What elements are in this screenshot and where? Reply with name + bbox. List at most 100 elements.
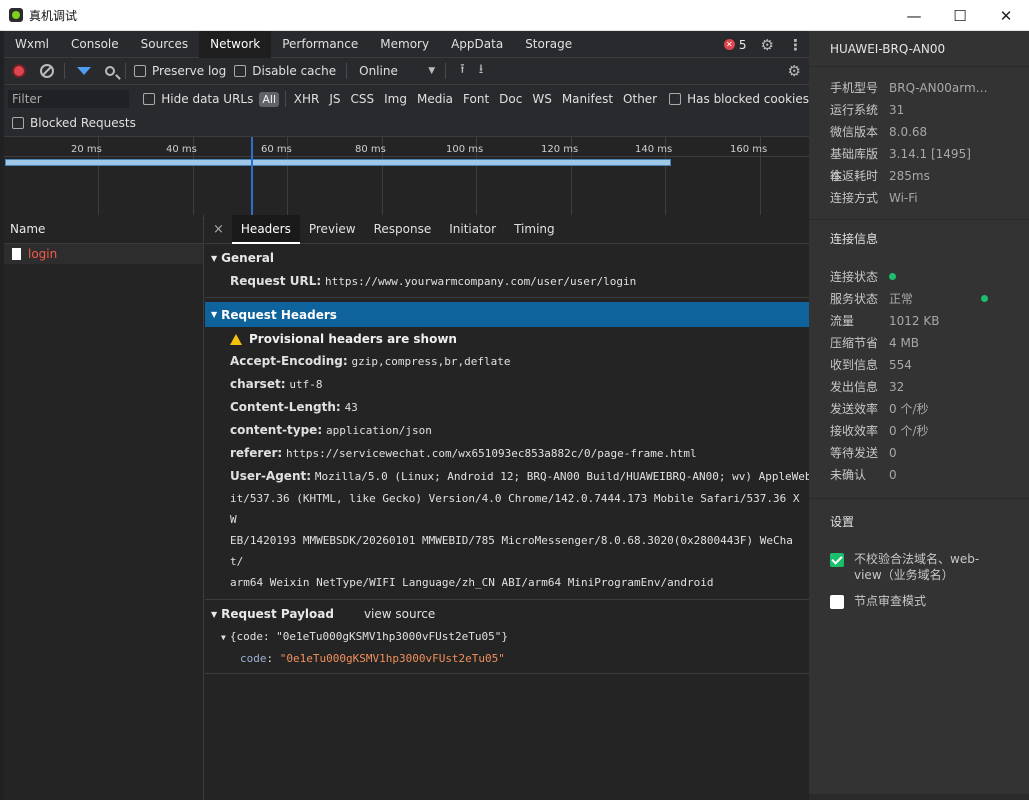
export-har-icon[interactable]: ⭳ — [479, 60, 484, 82]
skip-domain-check-checkbox[interactable] — [830, 553, 844, 567]
tab-preview[interactable]: Preview — [300, 215, 365, 244]
preserve-log-checkbox[interactable] — [134, 65, 146, 77]
type-filter-js[interactable]: JS — [329, 92, 340, 106]
user-agent-value: Mozilla/5.0 (Linux; Android 12; BRQ-AN00… — [314, 470, 809, 483]
type-filter-manifest[interactable]: Manifest — [562, 92, 613, 106]
request-headers-section-header[interactable]: ▼ Request Headers — [205, 302, 809, 327]
request-url-label: Request URL: — [230, 274, 322, 288]
preserve-log-toggle[interactable]: Preserve log — [134, 64, 226, 78]
connection-stat-row: 发送效率 0 个/秒 — [809, 398, 1029, 420]
filter-input[interactable]: Filter — [8, 90, 130, 108]
clear-icon[interactable] — [40, 64, 54, 78]
blocked-requests-label: Blocked Requests — [30, 116, 136, 130]
node-inspect-checkbox[interactable] — [830, 595, 844, 609]
close-detail-icon[interactable]: × — [213, 222, 224, 237]
connection-stat-label: 发送效率 — [830, 402, 879, 416]
connection-stat-row: 压缩节省 4 MB — [809, 332, 1029, 354]
connection-stat-value: 0 个/秒 — [889, 424, 929, 438]
type-filter-all[interactable]: All — [259, 91, 279, 107]
tab-sources[interactable]: Sources — [130, 31, 199, 58]
type-filter-doc[interactable]: Doc — [499, 92, 522, 106]
type-filter-xhr[interactable]: XHR — [294, 92, 320, 106]
request-url-value: https://www.yourwarmcompany.com/user/use… — [324, 275, 637, 288]
node-inspect-setting[interactable]: 节点审查模式 — [809, 593, 1029, 609]
header-key: referer: — [230, 446, 283, 460]
hide-data-urls-checkbox[interactable] — [143, 93, 156, 105]
connection-stat-label: 流量 — [830, 314, 855, 328]
request-row[interactable]: login — [4, 244, 203, 264]
request-list-header[interactable]: Name — [4, 215, 203, 244]
settings-gear-icon[interactable]: ⚙ — [761, 36, 774, 54]
disable-cache-toggle[interactable]: Disable cache — [234, 64, 336, 78]
filter-icon[interactable] — [77, 67, 91, 75]
section-divider — [205, 297, 809, 298]
payload-property-row: code: "0e1eTu000gKSMV1hp3000vFUst2eTu05" — [240, 652, 505, 665]
network-settings-gear-icon[interactable]: ⚙ — [788, 62, 801, 80]
close-window-button[interactable]: ✕ — [983, 0, 1029, 31]
tab-appdata[interactable]: AppData — [440, 31, 514, 58]
tab-memory[interactable]: Memory — [369, 31, 440, 58]
toolbar-divider — [346, 63, 348, 79]
type-filter-img[interactable]: Img — [384, 92, 407, 106]
connection-stat-label: 接收效率 — [830, 424, 879, 438]
timeline-tick-label: 80 ms — [355, 144, 386, 155]
tab-response[interactable]: Response — [365, 215, 441, 244]
network-lower-pane: Name login × Headers Preview Response In… — [4, 214, 809, 800]
tab-headers[interactable]: Headers — [231, 214, 300, 244]
hide-data-urls-toggle[interactable]: Hide data URLs — [143, 92, 253, 106]
request-payload-section-header[interactable]: ▼ Request Payload view source — [205, 602, 809, 626]
payload-summary: {code: "0e1eTu000gKSMV1hp3000vFUst2eTu05… — [229, 630, 508, 643]
general-section-header[interactable]: ▼ General — [205, 246, 809, 270]
import-har-icon[interactable]: ⭱ — [460, 60, 465, 82]
disable-cache-checkbox[interactable] — [234, 65, 247, 77]
type-filter-ws[interactable]: WS — [532, 92, 551, 106]
minimize-button[interactable]: — — [891, 0, 937, 31]
provisional-headers-text: Provisional headers are shown — [249, 332, 457, 346]
device-info-value: 31 — [889, 103, 905, 117]
has-blocked-cookies-checkbox[interactable] — [669, 93, 682, 105]
request-headers-section-title: Request Headers — [221, 307, 337, 322]
tab-wxml[interactable]: Wxml — [4, 31, 60, 58]
error-count-badge[interactable]: ✕ 5 — [723, 38, 747, 52]
connection-stat-row: 流量 1012 KB — [809, 310, 1029, 332]
view-source-link[interactable]: view source — [364, 607, 435, 621]
blocked-requests-checkbox[interactable] — [12, 117, 24, 129]
type-filter-css[interactable]: CSS — [350, 92, 374, 106]
record-button[interactable] — [12, 64, 26, 78]
more-options-icon[interactable]: ⋮ — [788, 36, 803, 54]
filter-divider — [285, 91, 286, 107]
disable-cache-label: Disable cache — [252, 64, 337, 78]
request-list: Name login — [4, 215, 204, 800]
header-value: utf-8 — [289, 378, 323, 391]
tab-storage[interactable]: Storage — [514, 31, 583, 58]
type-filter-font[interactable]: Font — [463, 92, 489, 106]
tab-network[interactable]: Network — [199, 30, 272, 58]
timeline-tick-label: 40 ms — [166, 144, 197, 155]
timeline-tick-label: 120 ms — [541, 144, 579, 155]
hide-data-urls-label: Hide data URLs — [161, 92, 254, 106]
blocked-requests-toggle[interactable]: Blocked Requests — [12, 116, 136, 130]
search-icon[interactable] — [105, 66, 115, 76]
type-filter-media[interactable]: Media — [417, 92, 453, 106]
type-filter-other[interactable]: Other — [623, 92, 657, 106]
payload-object-row[interactable]: ▼ {code: "0e1eTu000gKSMV1hp3000vFUst2eTu0… — [205, 626, 809, 648]
user-agent-row: User-Agent: Mozilla/5.0 (Linux; Android … — [205, 465, 809, 488]
connection-stat-row: 等待发送 0 — [809, 442, 1029, 464]
skip-domain-check-setting[interactable]: 不校验合法域名、web-view（业务域名） — [809, 551, 1029, 583]
tab-initiator[interactable]: Initiator — [440, 215, 505, 244]
timeline-dom-content-loaded-marker — [251, 137, 253, 218]
payload-key: code — [240, 652, 267, 665]
chevron-down-icon: ▼ — [428, 66, 436, 76]
network-overview-timeline[interactable]: 20 ms 40 ms 60 ms 80 ms 100 ms 120 ms 14… — [4, 137, 809, 219]
header-value: application/json — [325, 424, 432, 437]
maximize-button[interactable]: ☐ — [937, 0, 983, 31]
tab-console[interactable]: Console — [60, 31, 130, 58]
has-blocked-cookies-toggle[interactable]: Has blocked cookies — [669, 92, 809, 106]
connection-status-label: 连接状态 — [830, 270, 879, 284]
connection-stat-label: 收到信息 — [830, 358, 879, 372]
warning-icon — [230, 333, 242, 345]
tab-timing[interactable]: Timing — [505, 215, 564, 244]
throttling-select[interactable]: Online ▼ — [359, 64, 435, 78]
connection-stat-label: 未确认 — [830, 468, 867, 482]
tab-performance[interactable]: Performance — [271, 31, 369, 58]
